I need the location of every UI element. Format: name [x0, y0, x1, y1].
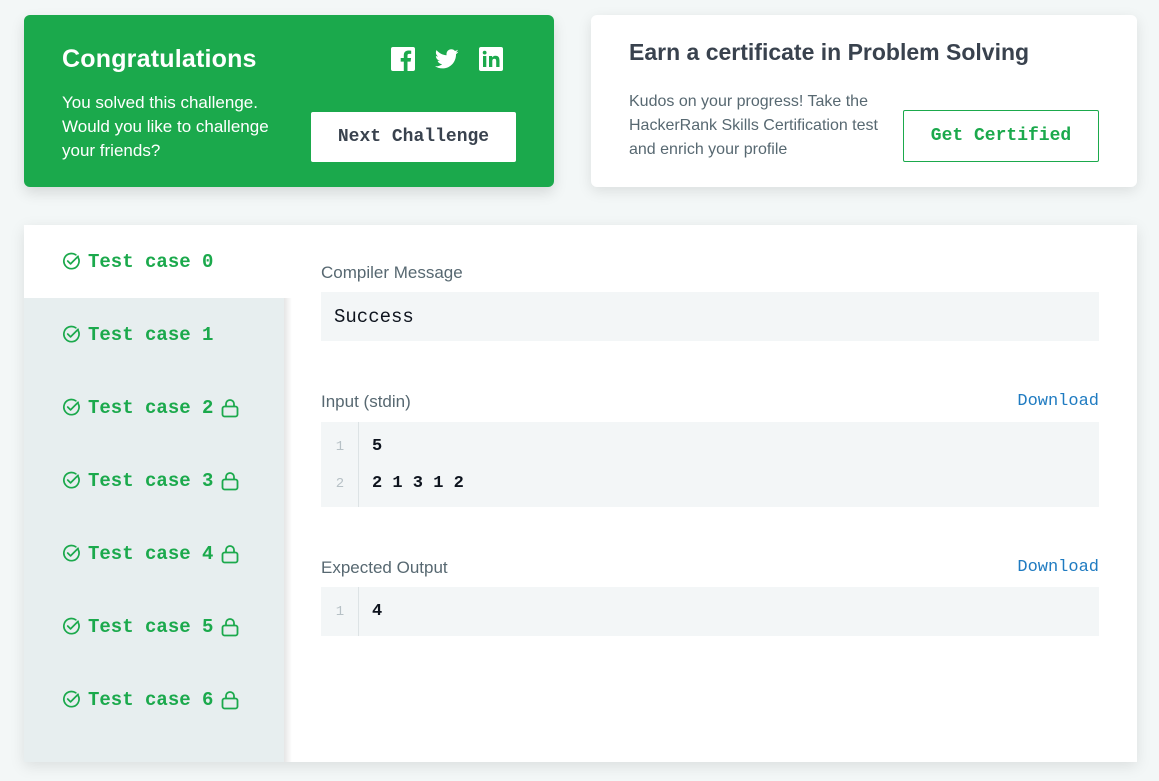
certificate-card: Earn a certificate in Problem Solving Ku…: [591, 15, 1137, 187]
tab-label: Test case 4: [88, 542, 214, 565]
congrats-card: Congratulations You solved this challeng…: [24, 15, 554, 187]
tab-test-case-0[interactable]: Test case 0: [24, 225, 284, 298]
line-number: 1: [335, 603, 345, 620]
check-circle-icon: [62, 617, 81, 636]
code-line: 2 2 1 3 1 2: [321, 465, 1099, 502]
input-code-box: 1522 1 3 1 2: [321, 422, 1099, 507]
tab-label: Test case 6: [88, 688, 214, 711]
input-download-link[interactable]: Download: [1017, 392, 1099, 411]
code-line: 14: [321, 593, 1099, 630]
input-label: Input (stdin): [321, 392, 411, 411]
line-number: 2: [335, 475, 345, 492]
lock-icon: [221, 690, 239, 710]
tab-label: Test case 1: [88, 323, 214, 346]
code-line: 15: [321, 428, 1099, 465]
facebook-icon[interactable]: [391, 47, 415, 71]
expected-output-label: Expected Output: [321, 558, 448, 577]
tab-test-case-6[interactable]: Test case 6: [24, 663, 284, 736]
lock-icon: [221, 617, 239, 637]
twitter-icon[interactable]: [435, 47, 459, 71]
check-circle-icon: [62, 690, 81, 709]
congrats-title: Congratulations: [62, 45, 257, 73]
compiler-message: Success: [321, 292, 1099, 341]
tab-label: Test case 5: [88, 615, 214, 638]
line-content: 2 1 3 1 2: [372, 474, 464, 493]
check-circle-icon: [62, 398, 81, 417]
line-content: 5: [372, 437, 383, 456]
certificate-title: Earn a certificate in Problem Solving: [629, 39, 1030, 65]
tab-test-case-4[interactable]: Test case 4: [24, 517, 284, 590]
tab-label: Test case 2: [88, 396, 214, 419]
linkedin-icon[interactable]: [479, 47, 503, 71]
tab-test-case-5[interactable]: Test case 5: [24, 590, 284, 663]
check-circle-icon: [62, 471, 81, 490]
compiler-message-label: Compiler Message: [321, 263, 463, 282]
get-certified-button[interactable]: Get Certified: [903, 110, 1099, 162]
tab-label: Test case 0: [88, 250, 214, 273]
output-code-box: 14: [321, 587, 1099, 636]
tab-test-case-3[interactable]: Test case 3: [24, 444, 284, 517]
check-circle-icon: [62, 325, 81, 344]
test-results-panel: Test case 0 Test case 1 Test case 2 Test ca…: [24, 225, 1137, 762]
line-content: 4: [372, 602, 383, 621]
congrats-message: You solved this challenge. Would you lik…: [62, 93, 269, 160]
tab-test-case-2[interactable]: Test case 2: [24, 371, 284, 444]
tab-test-case-1[interactable]: Test case 1: [24, 298, 284, 371]
check-circle-icon: [62, 544, 81, 563]
tab-label: Test case 3: [88, 469, 214, 492]
output-download-link[interactable]: Download: [1017, 558, 1099, 577]
certificate-message: Kudos on your progress! Take the HackerR…: [629, 93, 878, 158]
test-case-tabs: Test case 0 Test case 1 Test case 2 Test ca…: [24, 225, 284, 762]
lock-icon: [221, 398, 239, 418]
next-challenge-button[interactable]: Next Challenge: [311, 112, 516, 162]
lock-icon: [221, 544, 239, 564]
check-circle-icon: [62, 252, 81, 271]
lock-icon: [221, 471, 239, 491]
line-number: 1: [335, 438, 345, 455]
